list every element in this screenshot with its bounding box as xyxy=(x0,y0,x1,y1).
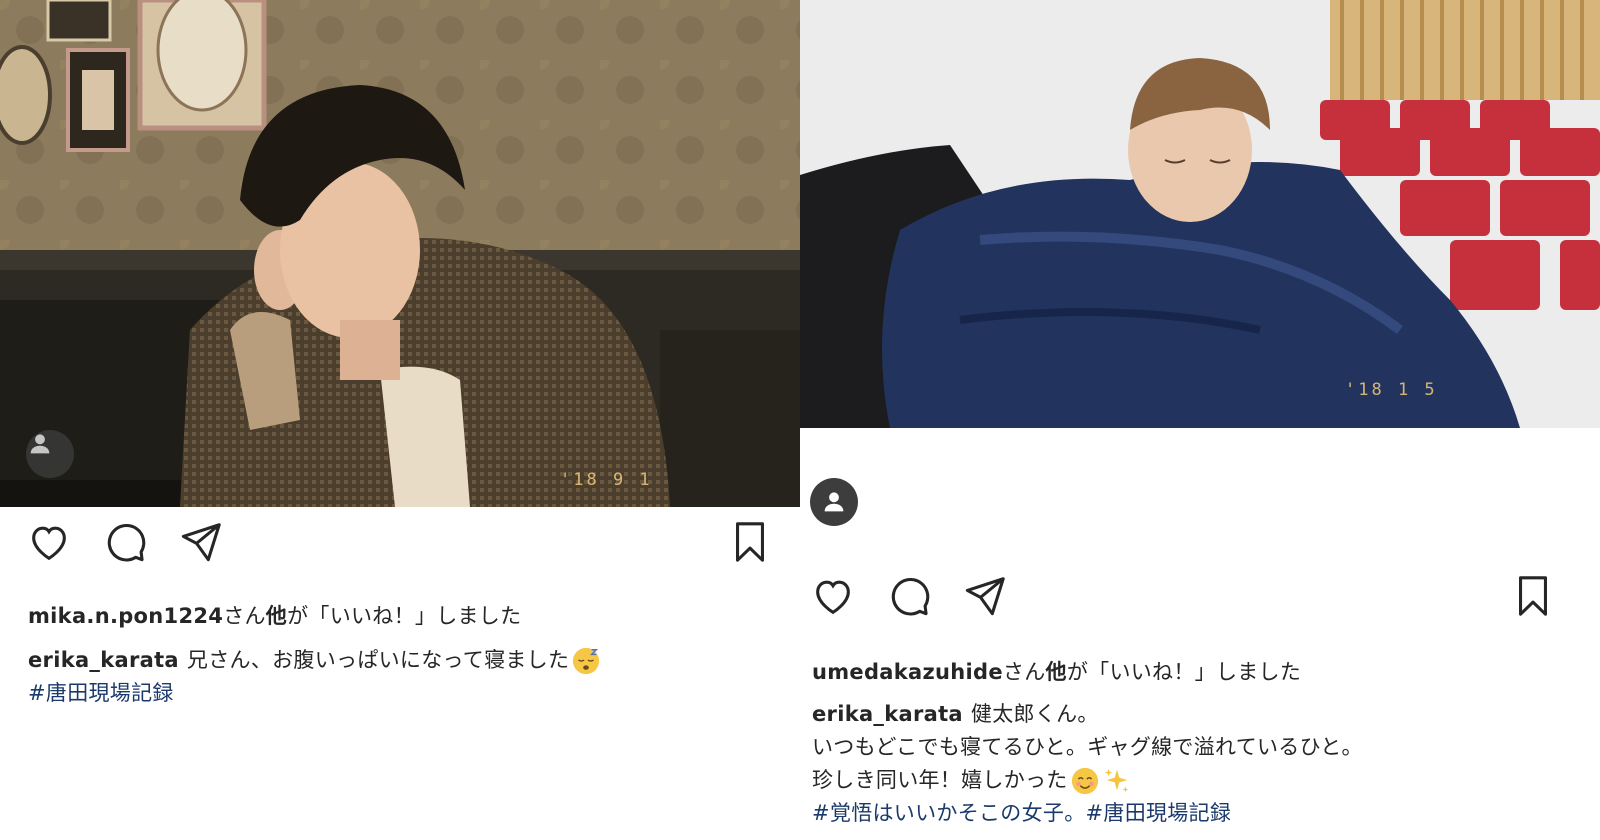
avatar[interactable] xyxy=(810,478,858,526)
liked-by-username[interactable]: mika.n.pon1224 xyxy=(28,604,223,628)
post-photo[interactable]: '18 9 1 xyxy=(0,0,800,507)
user-avatar-icon xyxy=(824,492,844,512)
caption-text-line-1: 健太郎くん。 xyxy=(970,702,1099,726)
paper-plane-icon xyxy=(181,523,221,562)
liked-by-suffix: さん xyxy=(223,604,266,628)
share-button[interactable] xyxy=(173,514,229,570)
caption-text-line-3: 珍しき同い年！嬉しかった xyxy=(812,768,1068,792)
liked-by-line: mika.n.pon1224さん他が「いいね！」しました xyxy=(28,600,521,630)
paper-plane-icon xyxy=(965,577,1005,616)
caption: erika_karata 兄さん、お腹いっぱいになって寝ました #唐田現場記録 xyxy=(28,644,780,710)
bookmark-icon xyxy=(736,522,764,562)
instagram-post-right: '18 1 5 umedakazuhideさん他が「いいね！」しました erik… xyxy=(800,0,1600,840)
like-button[interactable] xyxy=(805,568,861,624)
caption-text: 兄さん、お腹いっぱいになって寝ました xyxy=(186,648,570,672)
hashtag-line[interactable]: #覚悟はいいかそこの女子。#唐田現場記録 xyxy=(812,797,1580,830)
avatar[interactable] xyxy=(26,430,74,478)
save-button[interactable] xyxy=(1505,568,1561,624)
instagram-post-left: '18 9 1 mika.n.pon1224さん他が「いいね！」しました eri… xyxy=(0,0,800,840)
caption-text-line-2: いつもどこでも寝てるひと。ギャグ線で溢れているひと。 xyxy=(812,735,1363,759)
liked-by-others[interactable]: 他 xyxy=(266,604,287,628)
caption-line-3: 珍しき同い年！嬉しかった xyxy=(812,764,1580,797)
smiling-face-emoji xyxy=(1071,767,1098,795)
comment-icon xyxy=(107,523,146,562)
comment-button[interactable] xyxy=(881,568,937,624)
photo-illustration xyxy=(0,0,800,507)
liked-by-username[interactable]: umedakazuhide xyxy=(812,660,1003,684)
heart-icon xyxy=(32,526,66,561)
sparkles-emoji xyxy=(1104,768,1128,793)
action-bar xyxy=(800,568,1600,628)
caption-username[interactable]: erika_karata xyxy=(812,702,963,726)
caption: erika_karata 健太郎くん。 いつもどこでも寝てるひと。ギャグ線で溢れて… xyxy=(812,698,1580,830)
photo-illustration xyxy=(800,0,1600,428)
bookmark-icon xyxy=(1519,576,1547,616)
comment-icon xyxy=(891,577,930,616)
liked-by-others[interactable]: 他 xyxy=(1046,660,1067,684)
date-stamp: '18 9 1 xyxy=(560,470,653,490)
action-bar xyxy=(0,514,800,574)
user-avatar-icon xyxy=(30,434,50,454)
liked-by-line: umedakazuhideさん他が「いいね！」しました xyxy=(812,656,1301,686)
like-button[interactable] xyxy=(21,514,77,570)
save-button[interactable] xyxy=(722,514,778,570)
share-button[interactable] xyxy=(957,568,1013,624)
hashtag-line[interactable]: #唐田現場記録 xyxy=(28,677,780,710)
comment-button[interactable] xyxy=(97,514,153,570)
post-photo[interactable]: '18 1 5 xyxy=(800,0,1600,428)
caption-username[interactable]: erika_karata xyxy=(28,648,179,672)
heart-icon xyxy=(816,580,850,615)
sleeping-face-emoji xyxy=(573,647,600,675)
caption-line: erika_karata 兄さん、お腹いっぱいになって寝ました xyxy=(28,644,780,677)
liked-by-suffix: さん xyxy=(1002,660,1046,684)
caption-line: erika_karata 健太郎くん。 xyxy=(812,698,1580,731)
liked-by-rest: が「いいね！」しました xyxy=(1066,660,1302,684)
date-stamp: '18 1 5 xyxy=(1345,380,1438,400)
liked-by-rest: が「いいね！」しました xyxy=(287,604,522,628)
